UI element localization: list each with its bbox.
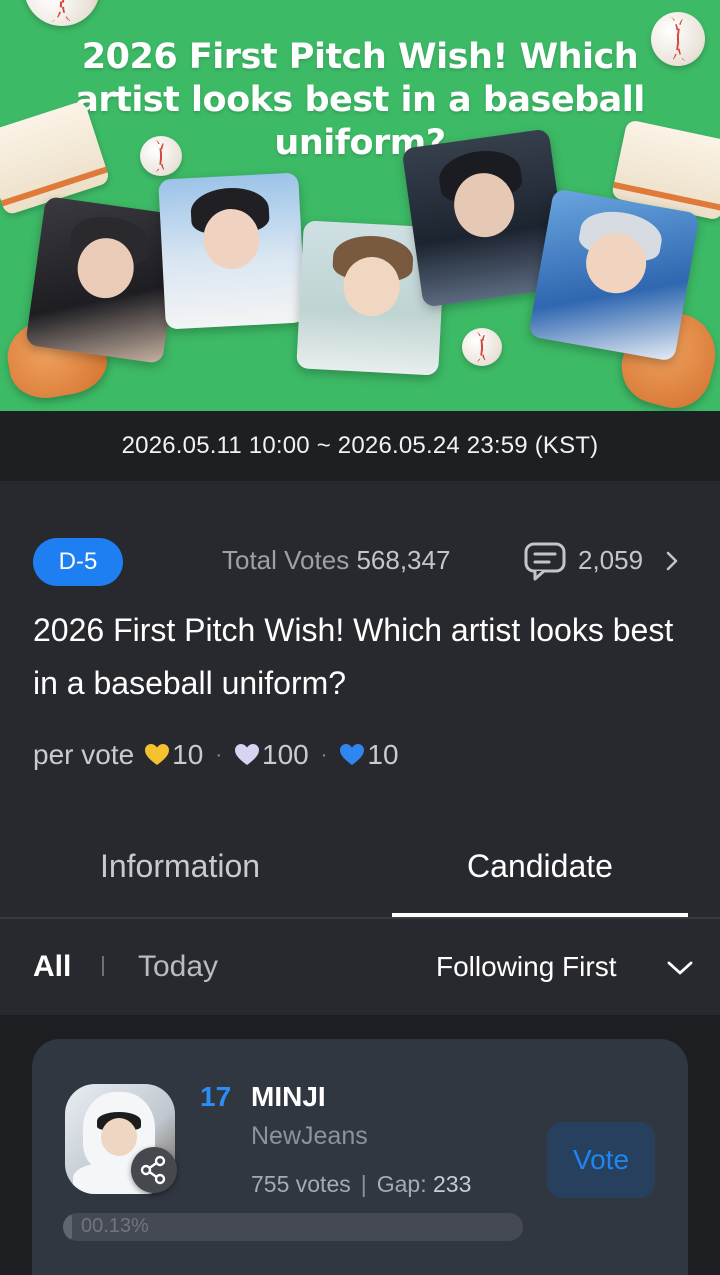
per-vote-value: 10 <box>367 739 399 770</box>
total-votes-label: Total Votes <box>222 545 350 575</box>
vote-period: 2026.05.11 10:00 ~ 2026.05.24 23:59 (KST… <box>0 411 720 481</box>
candidate-rank: 17 <box>200 1081 232 1112</box>
vote-title: 2026 First Pitch Wish! Which artist look… <box>33 612 674 701</box>
yellow-heart-icon <box>145 744 170 765</box>
total-votes-value: 568,347 <box>356 545 451 575</box>
separator-dot: · <box>215 743 222 766</box>
vote-progress-fill <box>63 1213 73 1241</box>
vote-progress-bar: 00.13% <box>63 1213 523 1241</box>
artist-photo-card <box>158 172 306 330</box>
share-button[interactable] <box>131 1147 177 1193</box>
banner-title: 2026 First Pitch Wish! Which artist look… <box>75 37 645 163</box>
filter-today[interactable]: Today <box>138 950 218 984</box>
vote-button[interactable]: Vote <box>547 1122 655 1198</box>
baseball-icon <box>462 328 502 366</box>
artist-photo-card <box>25 196 183 364</box>
tab-candidate[interactable]: Candidate <box>360 848 720 892</box>
baseball-icon <box>24 0 100 26</box>
blue-heart-icon <box>340 744 365 765</box>
candidate-name: MINJI <box>251 1081 326 1112</box>
sort-dropdown[interactable]: Following First <box>436 951 616 983</box>
vote-percent: 00.13% <box>81 1215 149 1237</box>
per-vote-value: 100 <box>262 739 309 770</box>
per-vote-label: per vote <box>33 739 135 770</box>
comment-count[interactable]: 2,059 <box>578 545 643 576</box>
dday-badge: D-5 <box>33 538 123 586</box>
per-vote-row: per vote 10 · 100 · 10 <box>33 738 399 772</box>
tab-information[interactable]: Information <box>0 848 360 892</box>
event-banner: 2026 First Pitch Wish! Which artist look… <box>0 0 720 411</box>
share-icon <box>140 1155 166 1185</box>
candidate-group: NewJeans <box>251 1122 368 1150</box>
gap-label: Gap: <box>376 1171 427 1197</box>
comment-icon[interactable] <box>523 541 567 581</box>
candidate-votes: 755 votes | Gap: 233 <box>251 1171 472 1197</box>
baseball-icon <box>651 12 705 66</box>
gap-value: 233 <box>433 1171 472 1197</box>
vote-count: 755 votes <box>251 1171 351 1197</box>
chevron-right-icon[interactable] <box>665 551 679 571</box>
total-votes: Total Votes 568,347 <box>222 545 450 576</box>
filter-divider <box>102 956 104 976</box>
baseball-icon <box>140 136 182 176</box>
chevron-down-icon[interactable] <box>666 958 694 978</box>
artist-photo-card <box>528 188 700 362</box>
lavender-heart-icon <box>235 744 259 765</box>
separator-dot: · <box>320 743 328 766</box>
filter-all[interactable]: All <box>33 950 71 984</box>
per-vote-value: 10 <box>172 739 204 770</box>
